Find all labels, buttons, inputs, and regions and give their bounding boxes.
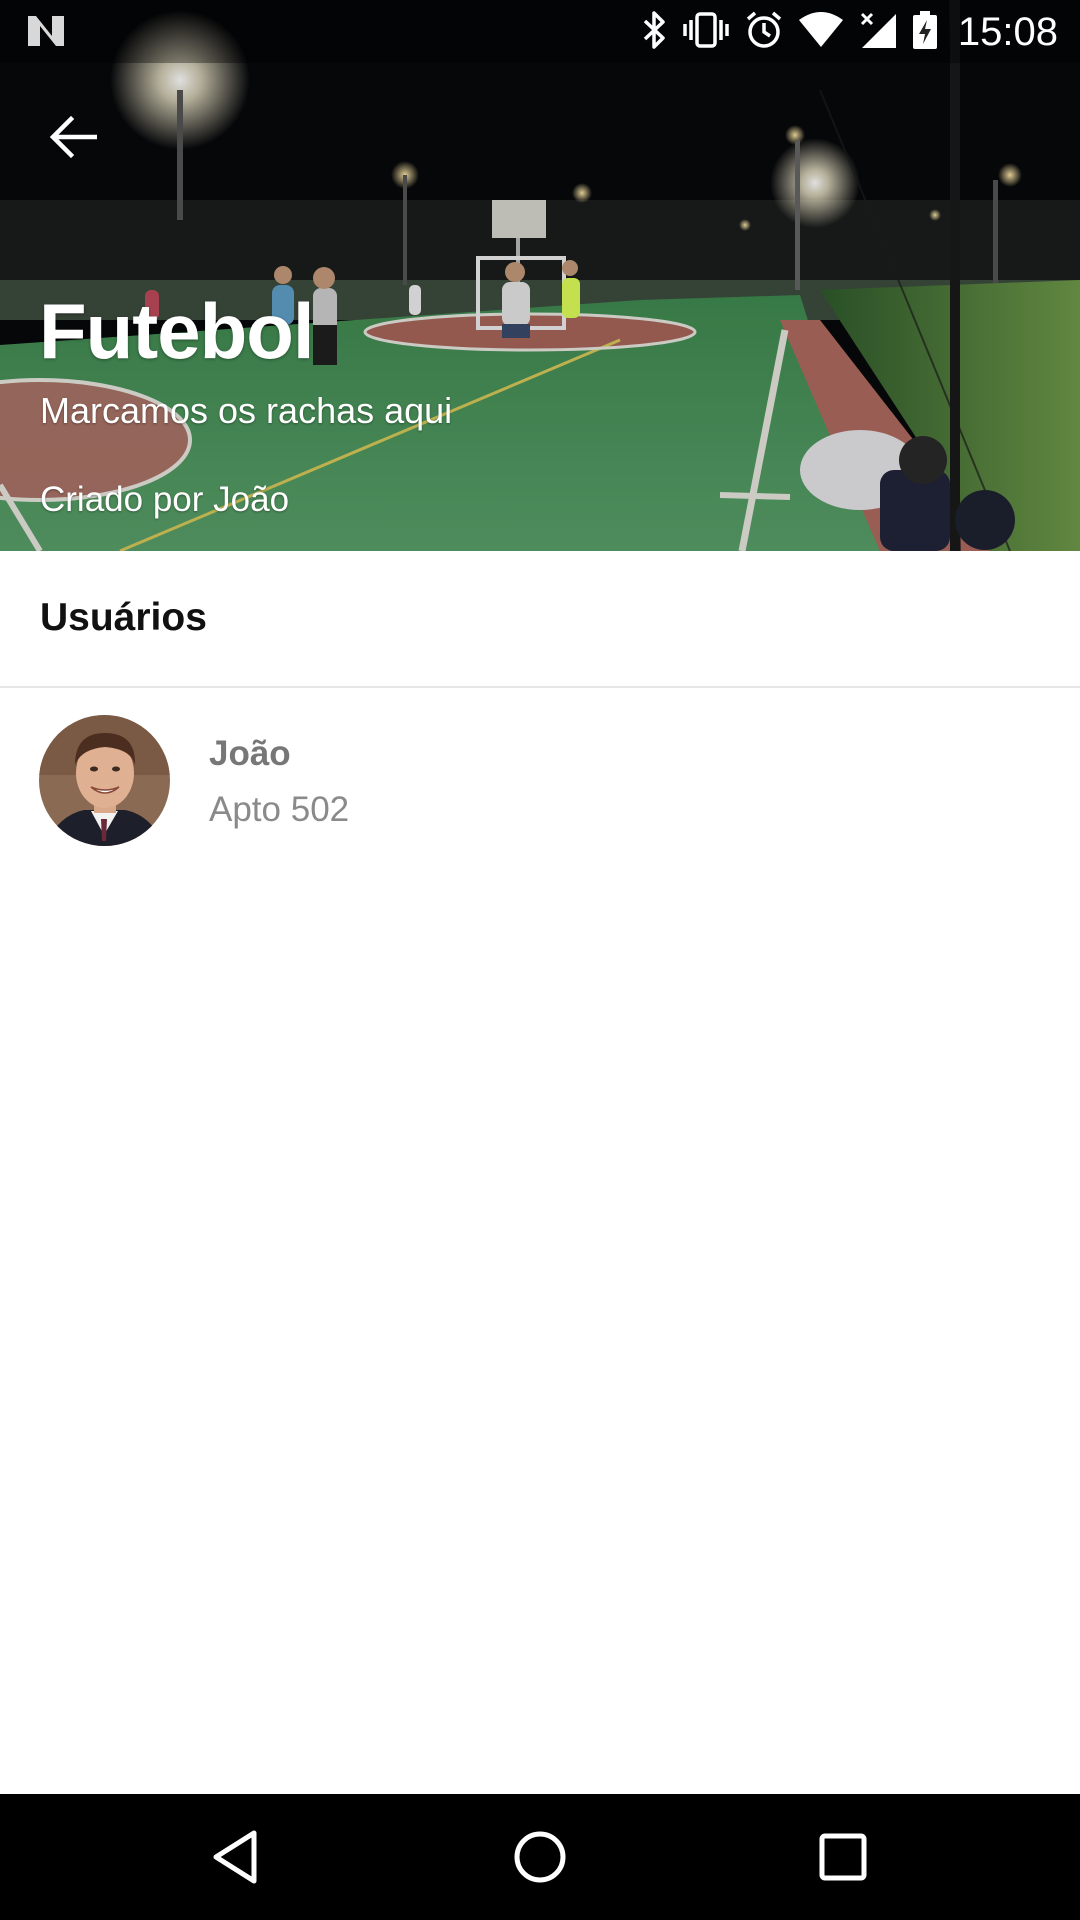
nav-back-button[interactable] xyxy=(200,1822,270,1892)
wifi-icon xyxy=(798,11,844,53)
alarm-icon xyxy=(744,10,784,55)
battery-charging-icon xyxy=(912,10,938,55)
home-circle-icon xyxy=(514,1831,566,1883)
vibrate-icon xyxy=(682,10,730,55)
group-title: Futebol xyxy=(39,287,315,375)
arrow-back-icon xyxy=(49,115,97,159)
bluetooth-icon xyxy=(642,10,668,55)
user-name: João xyxy=(209,734,291,773)
navigation-bar xyxy=(0,1794,1080,1920)
back-button[interactable] xyxy=(36,100,110,174)
group-creator: Criado por João xyxy=(40,480,290,519)
back-triangle-icon xyxy=(213,1830,257,1884)
status-icons: 15:08 xyxy=(642,8,1058,56)
header-background-image xyxy=(0,0,1080,551)
status-bar: 15:08 xyxy=(0,0,1080,63)
user-apartment: Apto 502 xyxy=(209,790,350,829)
nav-home-button[interactable] xyxy=(505,1822,575,1892)
divider xyxy=(0,686,1080,688)
notification-n-icon xyxy=(26,14,66,53)
avatar xyxy=(39,715,170,846)
user-list-item[interactable]: João Apto 502 xyxy=(0,700,1080,850)
status-time: 15:08 xyxy=(957,9,1058,54)
recents-square-icon xyxy=(819,1833,867,1881)
group-header: 15:08 Futebol Marcamos os rachas aqui Cr… xyxy=(0,0,1080,551)
signal-icon xyxy=(858,10,898,55)
users-section-title: Usuários xyxy=(40,596,207,639)
nav-recents-button[interactable] xyxy=(808,1822,878,1892)
group-subtitle: Marcamos os rachas aqui xyxy=(40,390,453,431)
